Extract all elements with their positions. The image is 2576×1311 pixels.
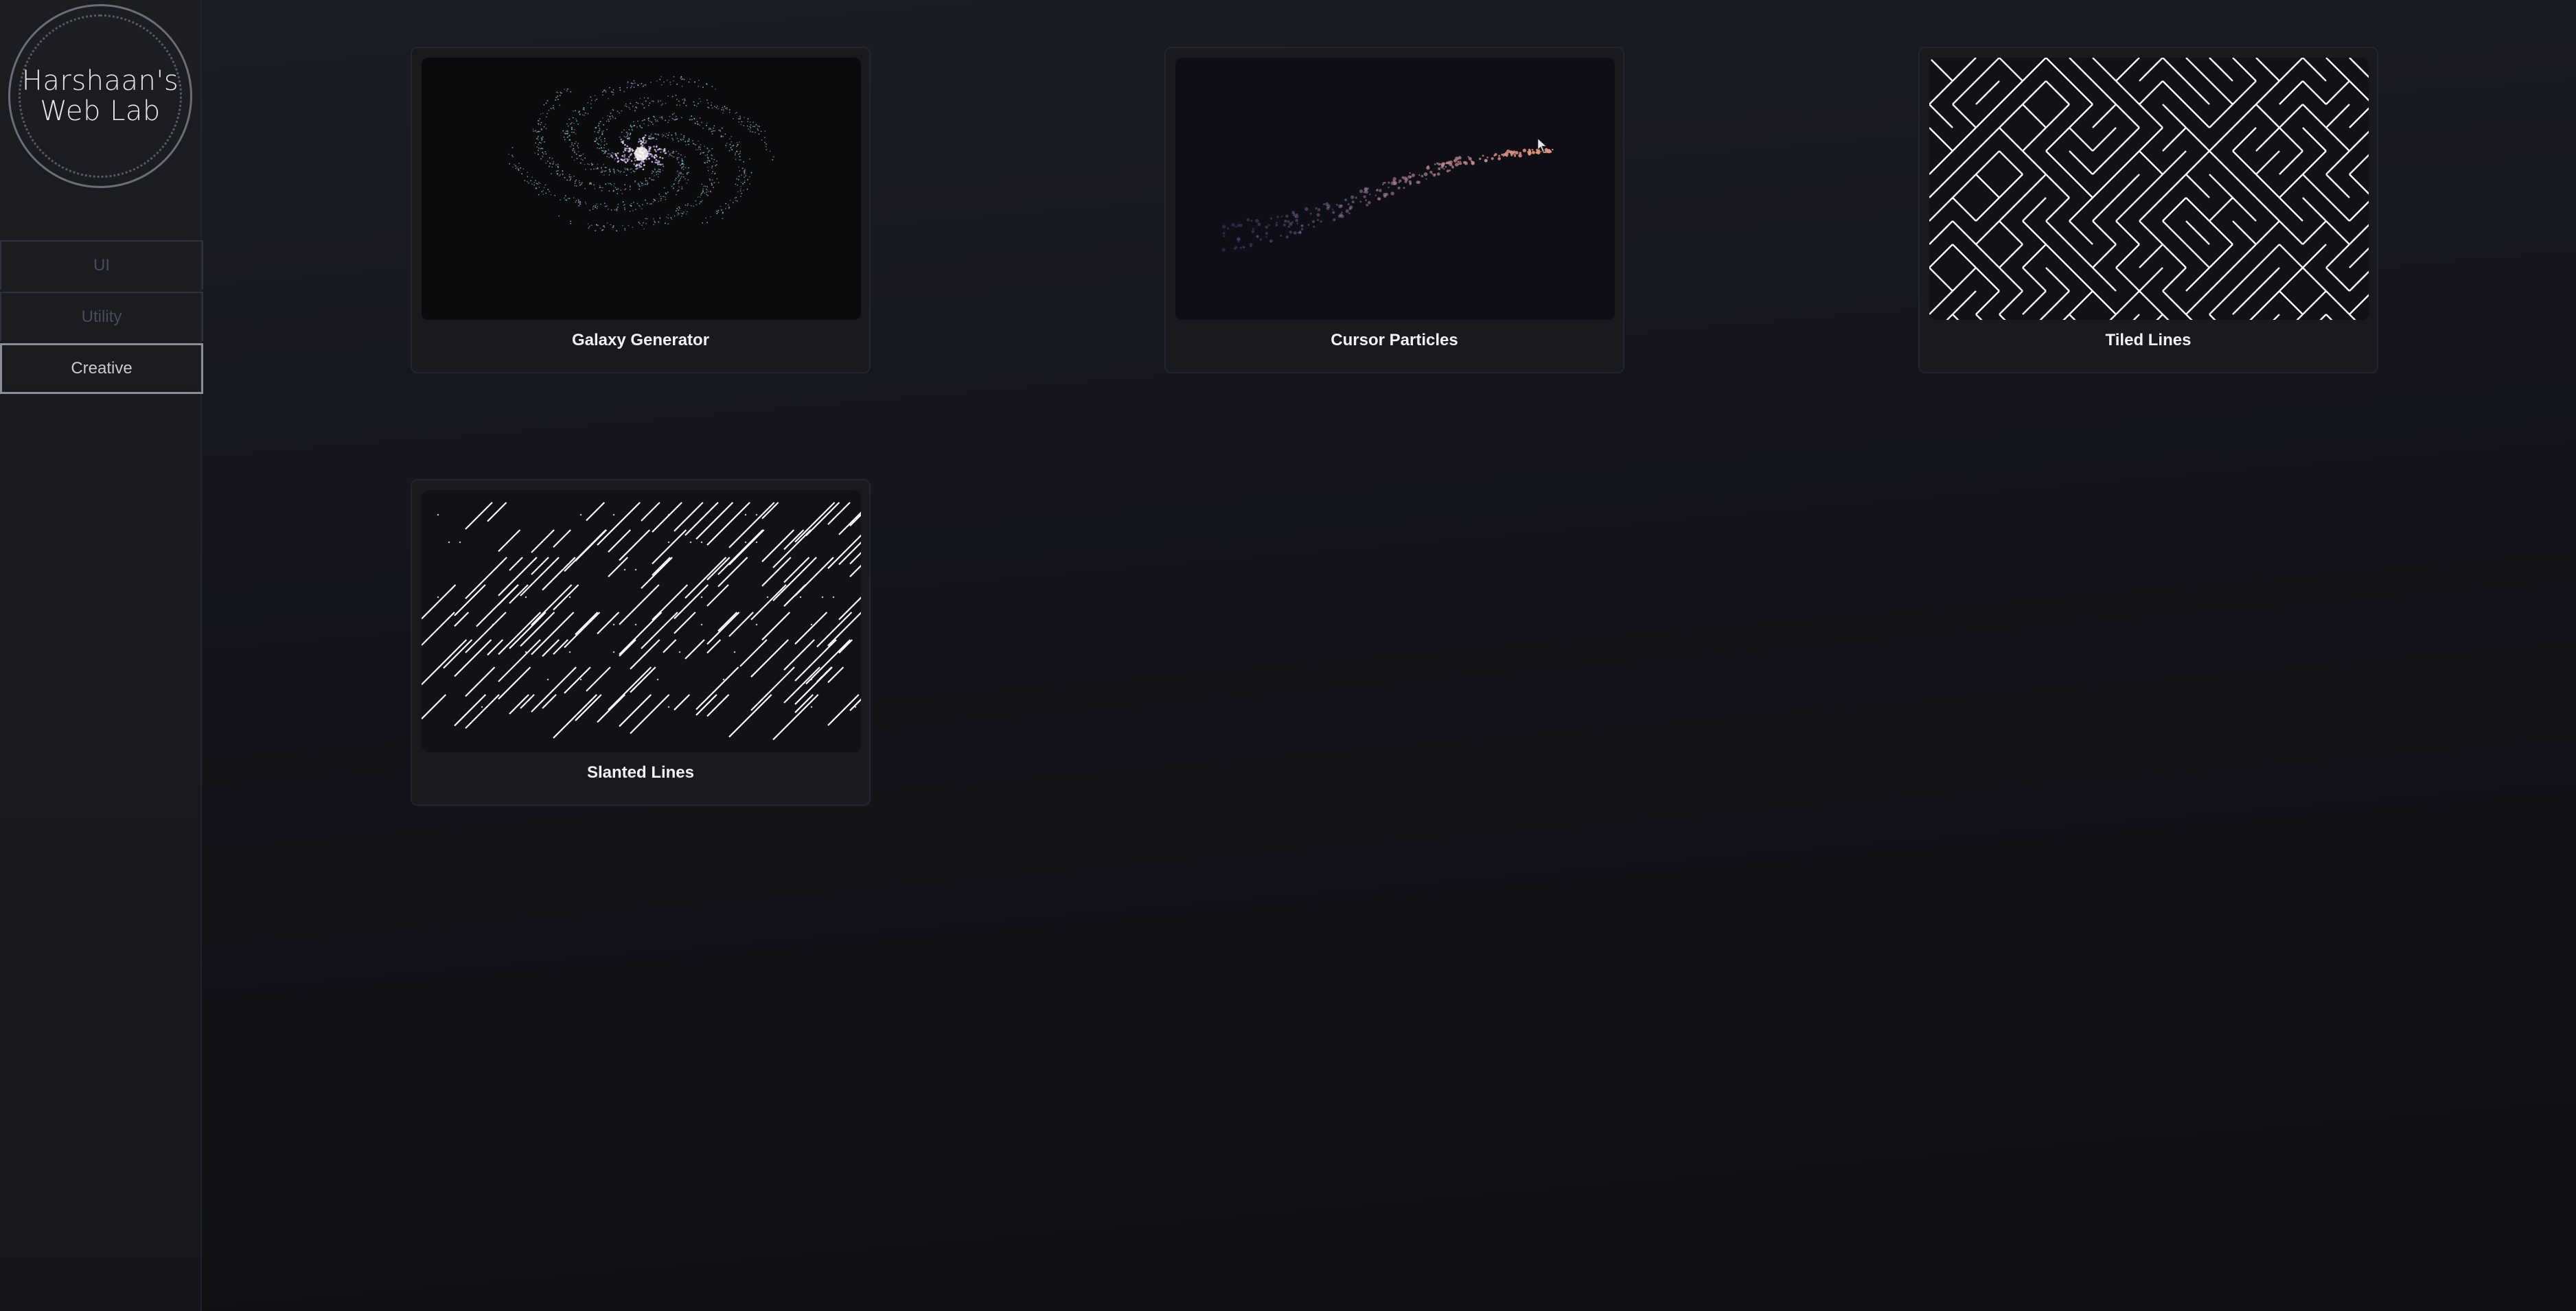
galaxy-image — [508, 76, 774, 232]
project-card-galaxy-generator[interactable]: Galaxy Generator — [411, 47, 871, 373]
app-root: Harshaan's Web Lab UI Utility Creative G… — [0, 0, 2576, 1311]
project-card-tiled-lines[interactable]: Tiled Lines — [1918, 47, 2378, 373]
tiled-lines-thumbnail — [1929, 58, 2369, 320]
category-nav: UI Utility Creative — [0, 240, 203, 396]
tiled-lines-image — [1929, 58, 2369, 320]
logo-line-1: Harshaan's — [21, 65, 179, 97]
slanted-lines-thumbnail — [422, 490, 861, 752]
card-title: Cursor Particles — [1331, 331, 1458, 349]
card-title: Tiled Lines — [2105, 331, 2192, 349]
site-logo[interactable]: Harshaan's Web Lab — [8, 4, 192, 188]
logo-text: Harshaan's Web Lab — [22, 66, 179, 126]
nav-item-utility[interactable]: Utility — [0, 292, 203, 341]
particles-thumbnail — [1175, 58, 1615, 320]
nav-item-creative[interactable]: Creative — [0, 343, 203, 394]
logo-line-2: Web Lab — [40, 95, 161, 127]
project-card-cursor-particles[interactable]: Cursor Particles — [1164, 47, 1624, 373]
card-title: Galaxy Generator — [571, 331, 710, 349]
card-title: Slanted Lines — [586, 763, 695, 782]
project-card-slanted-lines[interactable]: Slanted Lines — [411, 479, 871, 806]
nav-item-ui[interactable]: UI — [0, 240, 203, 290]
galaxy-thumbnail — [422, 58, 861, 320]
sidebar: Harshaan's Web Lab UI Utility Creative — [0, 0, 203, 1311]
particles-image — [1221, 138, 1554, 252]
slanted-lines-image — [422, 502, 861, 741]
